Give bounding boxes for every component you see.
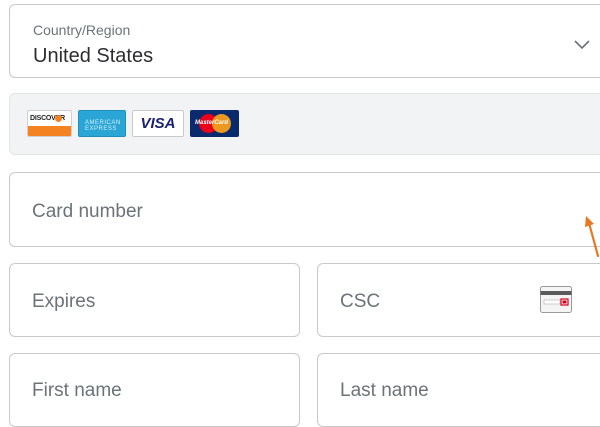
last-name-field[interactable]: Last name [317,353,600,427]
expires-placeholder: Expires [32,291,96,312]
csc-placeholder: CSC [340,291,381,312]
mouse-cursor-icon [585,216,600,258]
expires-field[interactable]: Expires [9,263,300,337]
card-number-field[interactable]: Card number [9,172,600,247]
payment-form: Country/Region United States DISCOVER AM… [0,0,600,427]
accepted-cards-bar: DISCOVER AMERICAN EXPRESS VISA MasterCar… [9,93,600,155]
amex-card-icon: AMERICAN EXPRESS [78,110,126,137]
csc-field[interactable]: CSC [317,263,600,337]
country-region-label: Country/Region [33,22,131,38]
country-region-value: United States [33,45,154,67]
visa-card-icon: VISA [132,110,184,137]
visa-card-text: VISA [140,115,176,132]
discover-card-icon: DISCOVER [27,110,72,137]
chevron-down-icon[interactable] [573,38,591,50]
mastercard-card-icon: MasterCard [190,110,239,137]
card-number-placeholder: Card number [32,201,143,222]
country-region-select[interactable]: Country/Region United States [9,4,600,78]
first-name-field[interactable]: First name [9,353,300,427]
first-name-placeholder: First name [32,380,122,401]
amex-card-text: AMERICAN EXPRESS [85,120,121,132]
mastercard-card-text: MasterCard [195,120,229,126]
last-name-placeholder: Last name [340,380,429,401]
card-back-icon [540,286,572,313]
